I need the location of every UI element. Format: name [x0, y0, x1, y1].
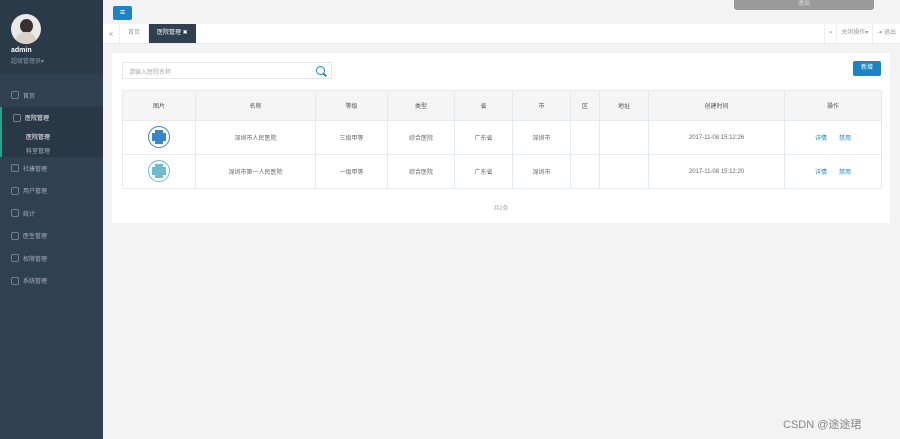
column-header: 地址 — [599, 90, 649, 121]
profile-role[interactable]: 超级管理员▾ — [11, 56, 44, 65]
sidebar-item-label: 权限管理 — [23, 256, 48, 263]
table-row: 深圳市人民医院 三级甲等 综合医院 广东省 深圳市 2017-11-08 15:… — [122, 120, 882, 155]
cell-district — [570, 120, 600, 155]
sidebar-subitem-hospital-manage[interactable]: 医院管理 — [2, 129, 103, 143]
home-icon — [11, 91, 19, 100]
tab-hospital-manage[interactable]: 医院管理 ✖ — [148, 24, 196, 43]
sidebar-item-home[interactable]: 首页 — [0, 84, 103, 107]
sidebar-item-label: 系统管理 — [23, 279, 48, 286]
column-header: 图片 — [122, 90, 196, 121]
sidebar-item-stats[interactable]: 统计 — [0, 202, 103, 225]
cell-level: 一级甲等 — [315, 154, 388, 189]
column-header: 省 — [454, 90, 513, 121]
user-icon — [11, 186, 19, 195]
lock-icon — [11, 254, 19, 263]
sidebar-item-label: 统计 — [23, 211, 36, 218]
tab-home[interactable]: 首页 — [119, 24, 148, 43]
sidebar-item-permissions[interactable]: 权限管理 — [0, 247, 103, 270]
details-link[interactable]: 详情 — [815, 136, 827, 142]
chevron-down-icon: ▾ — [41, 59, 45, 65]
search-icon[interactable] — [316, 66, 325, 75]
doctor-icon — [11, 231, 19, 240]
sidebar-item-users[interactable]: 用户管理 — [0, 180, 103, 203]
cell-name: 深圳市人民医院 — [195, 120, 316, 155]
cell-created: 2017-11-08 15:12:26 — [648, 120, 785, 155]
column-header: 名称 — [195, 90, 316, 121]
profile-role-label: 超级管理员 — [11, 59, 42, 65]
sidebar-item-label: 医生管理 — [23, 234, 48, 241]
cell-type: 综合医院 — [387, 120, 455, 155]
column-header: 操作 — [784, 90, 882, 121]
profile-username: admin — [11, 47, 32, 54]
column-header: 区 — [570, 90, 600, 121]
tab-bar: « 首页 医院管理 ✖ » 关闭操作▾ ⇥ 退出 — [103, 24, 900, 44]
sidebar: admin 超级管理员▾ 首页 医院管理 医院管理 科室管理 社康管理 用户管理… — [0, 0, 103, 439]
gear-icon — [11, 276, 19, 285]
cell-created: 2017-11-08 15:12:20 — [648, 154, 785, 189]
hospital-logo-icon — [148, 159, 170, 182]
cell-city: 深圳市 — [512, 154, 571, 189]
sidebar-item-label: 用户管理 — [23, 189, 48, 196]
cell-type: 综合医院 — [387, 154, 455, 189]
tab-bar-right: » 关闭操作▾ ⇥ 退出 — [823, 24, 900, 43]
cell-name: 深圳市第一人民医院 — [195, 154, 316, 189]
avatar[interactable] — [11, 14, 41, 44]
cell-address — [599, 120, 649, 155]
sidebar-group-hospital: 医院管理 医院管理 科室管理 — [0, 106, 103, 157]
logout-ghost-button[interactable]: 退出 — [734, 0, 874, 10]
disable-link[interactable]: 禁用 — [839, 170, 851, 176]
add-button[interactable]: 新增 — [853, 61, 881, 76]
sidebar-item-label: 首页 — [23, 93, 36, 100]
table-header-row: 图片 名称 等级 类型 省 市 区 地址 创建时间 操作 — [122, 90, 882, 121]
cell-level: 三级甲等 — [315, 120, 388, 155]
hospital-logo-icon — [148, 125, 170, 148]
cell-province: 广东省 — [454, 154, 513, 189]
hospital-table: 图片 名称 等级 类型 省 市 区 地址 创建时间 操作 深圳市人民医院 三级甲… — [122, 90, 882, 189]
sidebar-item-doctors[interactable]: 医生管理 — [0, 225, 103, 248]
logout-link[interactable]: ⇥ 退出 — [872, 24, 900, 43]
cell-province: 广东省 — [454, 120, 513, 155]
column-header: 市 — [512, 90, 571, 121]
cell-address — [599, 154, 649, 189]
cell-city: 深圳市 — [512, 120, 571, 155]
sidebar-subitem-department[interactable]: 科室管理 — [2, 143, 103, 157]
sidebar-nav: 首页 医院管理 医院管理 科室管理 社康管理 用户管理 统计 医生管理 权限管理… — [0, 84, 103, 292]
sidebar-item-system[interactable]: 系统管理 — [0, 270, 103, 293]
table-row: 深圳市第一人民医院 一级甲等 综合医院 广东省 深圳市 2017-11-08 1… — [122, 154, 882, 189]
community-icon — [11, 164, 19, 173]
search-input[interactable]: 请输入医院名称 — [122, 62, 332, 79]
search-placeholder: 请输入医院名称 — [129, 70, 172, 76]
column-header: 类型 — [387, 90, 455, 121]
tab-scroll-right-icon[interactable]: » — [823, 24, 836, 43]
menu-toggle-button[interactable]: ≡ — [113, 6, 132, 20]
sidebar-item-label: 医院管理 — [25, 116, 50, 123]
pagination-info: 共2条 — [493, 206, 509, 212]
column-header: 创建时间 — [648, 90, 785, 121]
close-ops-dropdown[interactable]: 关闭操作▾ — [836, 24, 872, 43]
details-link[interactable]: 详情 — [815, 170, 827, 176]
sidebar-item-community[interactable]: 社康管理 — [0, 157, 103, 180]
profile-area: admin 超级管理员▾ — [0, 0, 103, 73]
sidebar-item-label: 社康管理 — [23, 166, 48, 173]
content-panel: 请输入医院名称 新增 图片 名称 等级 类型 省 市 区 地址 创建时间 操作 — [112, 53, 890, 223]
topbar: ≡ 退出 — [103, 0, 900, 24]
column-header: 等级 — [315, 90, 388, 121]
disable-link[interactable]: 禁用 — [839, 136, 851, 142]
watermark: CSDN @途途珺 — [783, 419, 862, 431]
sidebar-item-hospital[interactable]: 医院管理 — [2, 106, 103, 129]
chart-icon — [11, 209, 19, 218]
tab-scroll-left-icon[interactable]: « — [103, 29, 119, 38]
cell-district — [570, 154, 600, 189]
hospital-icon — [13, 113, 21, 122]
